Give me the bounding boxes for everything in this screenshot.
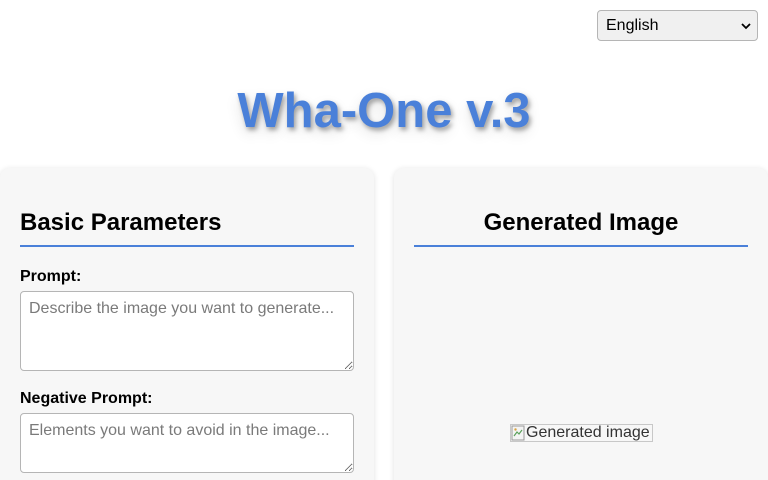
basic-parameters-heading: Basic Parameters xyxy=(20,208,354,247)
generated-image-heading: Generated Image xyxy=(414,208,748,247)
chevron-down-icon xyxy=(741,22,751,29)
negative-prompt-input[interactable] xyxy=(20,413,354,473)
language-select[interactable]: English xyxy=(597,10,758,41)
app-title: Wha-One v.3 xyxy=(237,84,531,138)
prompt-input[interactable] xyxy=(20,291,354,371)
negative-prompt-label: Negative Prompt: xyxy=(20,390,153,407)
generated-image-alt-text: Generated image xyxy=(526,424,650,441)
language-selected-value: English xyxy=(606,16,659,34)
generated-image: Generated image xyxy=(510,424,653,442)
broken-image-icon xyxy=(511,425,525,441)
page: English Wha-One v.3 Basic Parameters Pro… xyxy=(0,0,768,480)
prompt-label: Prompt: xyxy=(20,268,82,285)
